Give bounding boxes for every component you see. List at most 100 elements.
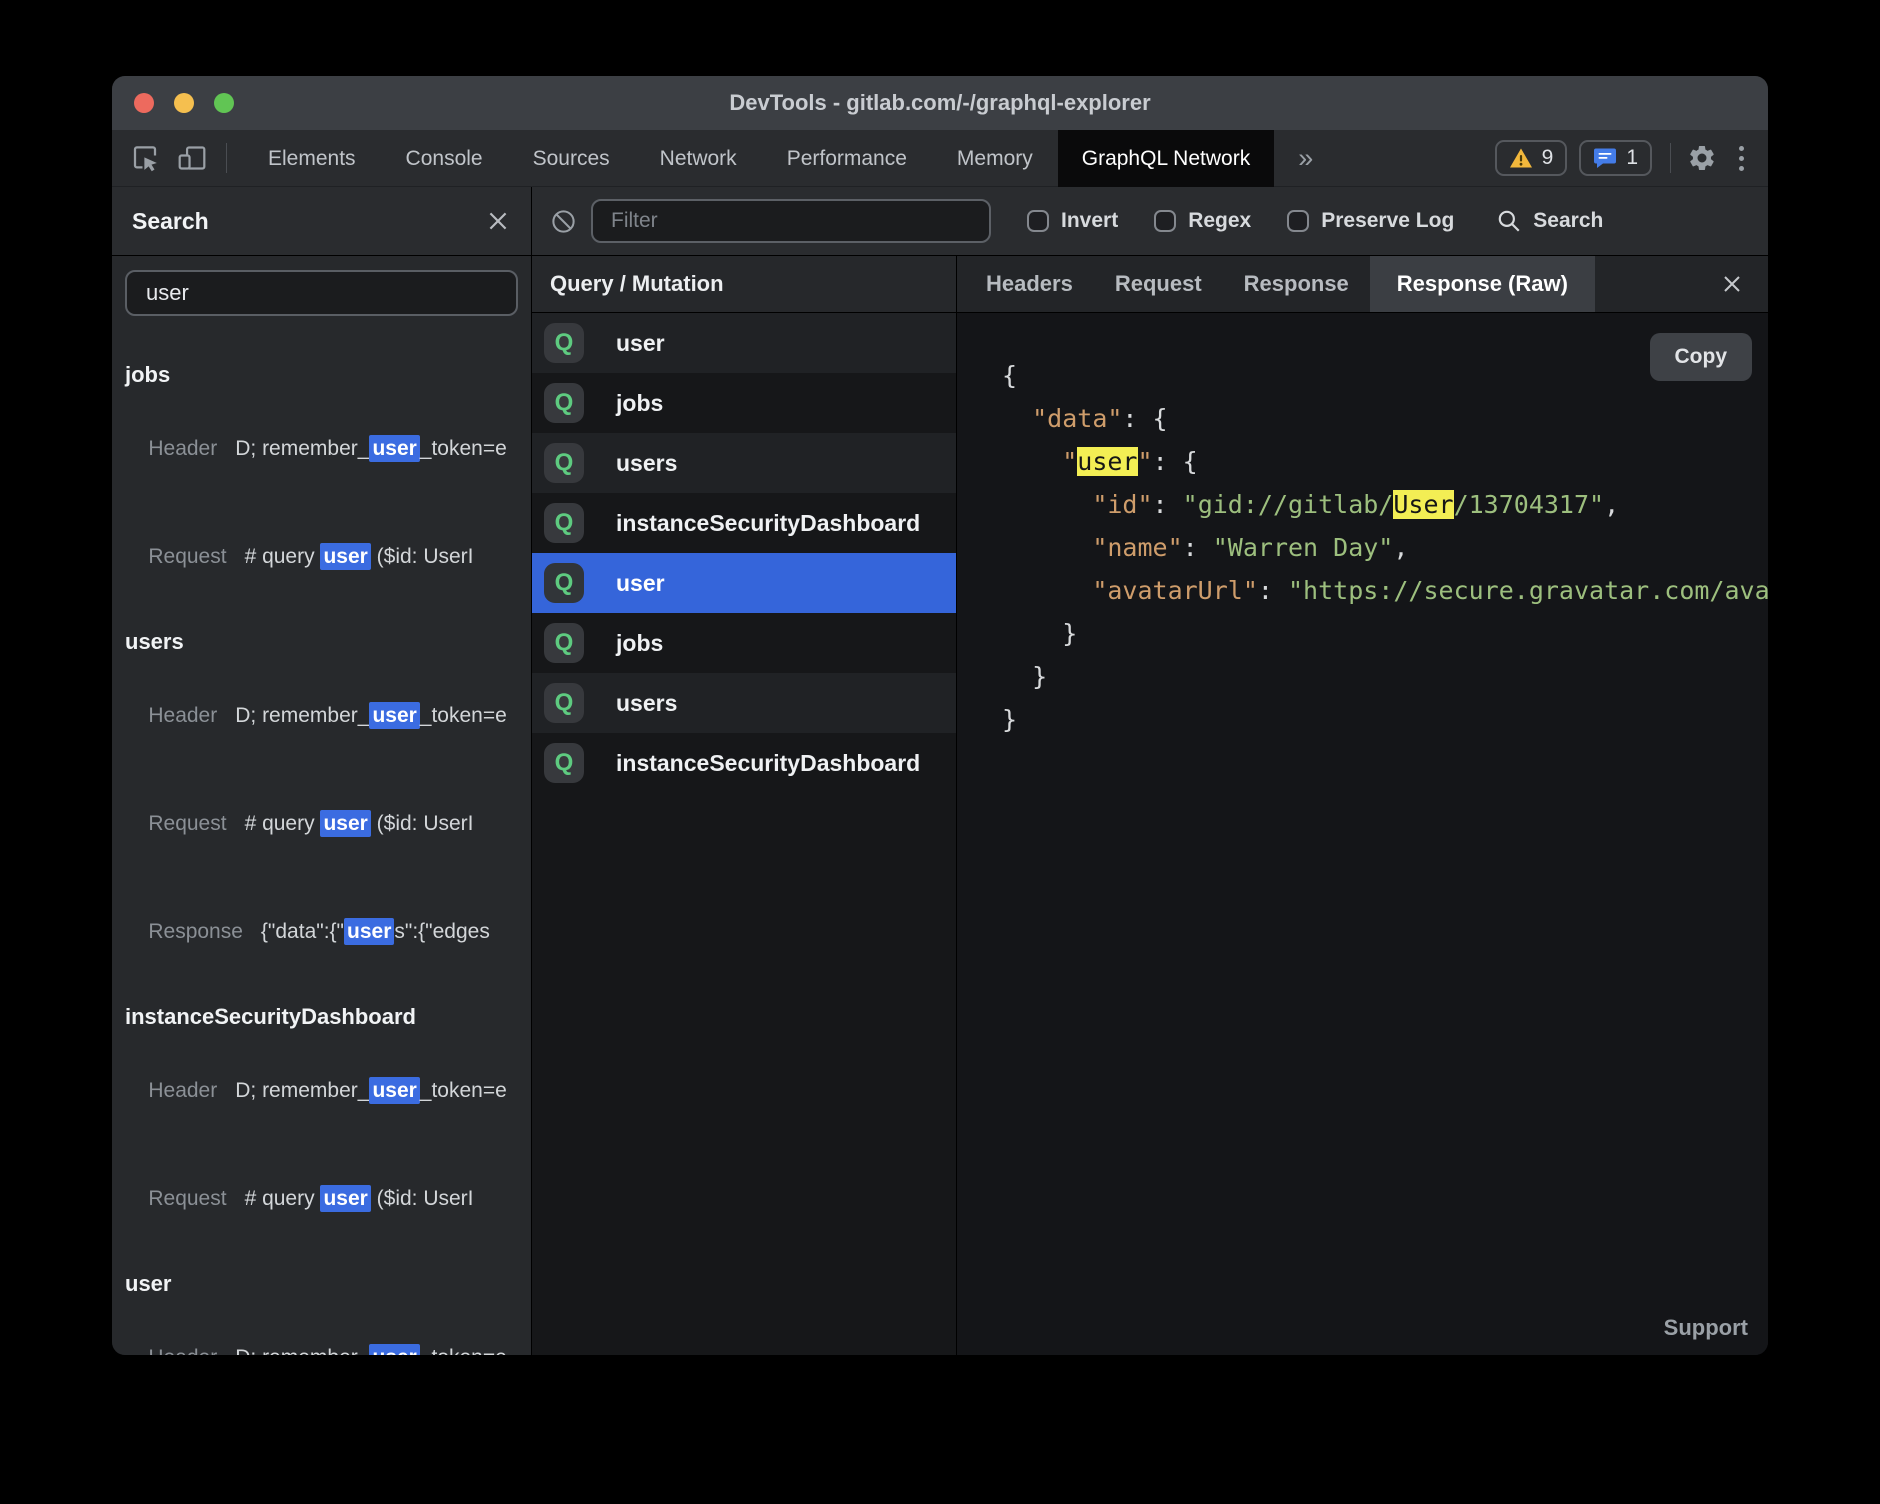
search-result-row-label: Header (148, 704, 217, 727)
search-section-jobs: jobs HeaderD; remember_user_token=e Requ… (125, 355, 531, 611)
clear-filter-icon[interactable] (550, 208, 577, 235)
inspect-element-icon[interactable] (130, 143, 160, 173)
search-result-row-value: # query user ($id: UserI (245, 1187, 474, 1210)
search-result-row[interactable]: HeaderD; remember_user_token=e (125, 395, 531, 503)
checkbox-regex[interactable]: Regex (1154, 209, 1251, 233)
search-icon (1496, 208, 1522, 234)
tab-graphql-network[interactable]: GraphQL Network (1058, 130, 1274, 187)
detail-panel: HeadersRequestResponse Response (Raw) Co… (957, 256, 1768, 1355)
tab-elements[interactable]: Elements (243, 131, 381, 186)
search-result-section-title: users (125, 622, 531, 662)
query-list-panel: Query / Mutation Q user Q jobs Q users Q… (532, 256, 957, 1355)
search-toggle[interactable]: Search (1496, 208, 1603, 234)
checkbox-preserve-log[interactable]: Preserve Log (1287, 209, 1454, 233)
search-close-icon[interactable] (485, 208, 511, 234)
query-list-rows: Q user Q jobs Q users Q instanceSecurity… (532, 313, 956, 793)
json-code-line: "avatarUrl": "https://secure.gravatar.co… (1002, 569, 1768, 612)
controls-divider (1670, 143, 1671, 173)
tab-console[interactable]: Console (381, 131, 508, 186)
tabbar-right-controls: 9 1 (1495, 140, 1768, 176)
json-code-line: "data": { (1002, 397, 1768, 440)
search-result-row-label: Header (148, 1346, 217, 1355)
query-row-user[interactable]: Q user (532, 553, 956, 613)
query-row-label: user (616, 330, 665, 357)
filter-toolbar: Invert Regex Preserve Log Search (532, 187, 1768, 255)
search-result-section-title: user (125, 1264, 531, 1304)
search-result-row[interactable]: Response{"data":{"users":{"edges (125, 878, 531, 986)
search-section-instancesecuritydashboard: instanceSecurityDashboard HeaderD; remem… (125, 997, 531, 1253)
search-panel-title: Search (132, 208, 209, 235)
minimize-window-button[interactable] (174, 93, 194, 113)
settings-gear-icon[interactable] (1687, 143, 1717, 173)
warnings-badge[interactable]: 9 (1495, 140, 1568, 176)
search-result-row-label: Request (148, 545, 226, 568)
json-code-line: } (1002, 698, 1768, 741)
query-row-instancesecuritydashboard[interactable]: Q instanceSecurityDashboard (532, 733, 956, 793)
search-result-row[interactable]: Request # query user ($id: UserI (125, 503, 531, 611)
search-result-row[interactable]: HeaderD; remember_user_token=e (125, 1037, 531, 1145)
query-type-icon: Q (544, 623, 584, 663)
device-toolbar-icon[interactable] (176, 143, 208, 173)
query-list-header: Query / Mutation (532, 256, 956, 313)
json-code-line: "id": "gid://gitlab/User/13704317", (1002, 483, 1768, 526)
search-result-row-label: Response (148, 920, 243, 943)
query-row-label: instanceSecurityDashboard (616, 510, 920, 537)
search-result-row[interactable]: Request # query user ($id: UserI (125, 770, 531, 878)
detail-tab-request[interactable]: Request (1094, 256, 1223, 312)
tab-network[interactable]: Network (635, 131, 762, 186)
devtools-window: DevTools - gitlab.com/-/graphql-explorer… (112, 76, 1768, 1355)
checkbox-label: Preserve Log (1321, 209, 1454, 233)
tab-performance[interactable]: Performance (762, 131, 932, 186)
query-row-instancesecuritydashboard[interactable]: Q instanceSecurityDashboard (532, 493, 956, 553)
devtools-tabbar: ElementsConsoleSourcesNetworkPerformance… (112, 130, 1768, 187)
detail-tab-response[interactable]: Response (1223, 256, 1370, 312)
search-result-row-label: Request (148, 812, 226, 835)
query-type-icon: Q (544, 503, 584, 543)
more-tabs-chevron-icon[interactable]: » (1274, 143, 1337, 174)
detail-tab-headers[interactable]: Headers (965, 256, 1094, 312)
toolbar-divider (226, 143, 227, 173)
query-row-user[interactable]: Q user (532, 313, 956, 373)
messages-badge[interactable]: 1 (1579, 140, 1652, 176)
window-title: DevTools - gitlab.com/-/graphql-explorer (112, 90, 1768, 116)
search-result-row[interactable]: Response{"data":{"user":{"id":"gi (125, 321, 531, 344)
json-code: { "data": { "user": { "id": "gid://gitla… (957, 313, 1768, 741)
search-result-row-value: D; remember_user_token=e (235, 704, 507, 727)
query-row-label: jobs (616, 630, 663, 657)
tab-sources[interactable]: Sources (508, 131, 635, 186)
close-window-button[interactable] (134, 93, 154, 113)
main-content: Response{"data":{"user":{"id":"gi jobs H… (112, 256, 1768, 1355)
search-input[interactable] (125, 270, 518, 316)
search-result-row-value: # query user ($id: UserI (245, 545, 474, 568)
message-icon (1593, 147, 1617, 169)
search-result-section-title: jobs (125, 355, 531, 395)
checkbox-invert[interactable]: Invert (1027, 209, 1118, 233)
filter-checkboxes: Invert Regex Preserve Log (991, 209, 1454, 233)
query-row-jobs[interactable]: Q jobs (532, 373, 956, 433)
detail-close-icon[interactable] (1696, 272, 1768, 296)
search-result-row-value: D; remember_user_token=e (235, 437, 507, 460)
search-result-row[interactable]: Request# query user ($id: UserI (125, 1145, 531, 1253)
tab-memory[interactable]: Memory (932, 131, 1058, 186)
query-row-jobs[interactable]: Q jobs (532, 613, 956, 673)
search-result-row[interactable]: HeaderD; remember_user_token=e (125, 1304, 531, 1355)
query-row-users[interactable]: Q users (532, 673, 956, 733)
search-result-row[interactable]: Header D; remember_user_token=e (125, 662, 531, 770)
copy-button[interactable]: Copy (1650, 333, 1753, 381)
search-section-user: user HeaderD; remember_user_token=e Requ… (125, 1264, 531, 1355)
query-type-icon: Q (544, 563, 584, 603)
traffic-lights (112, 93, 234, 113)
query-type-icon: Q (544, 443, 584, 483)
query-row-label: user (616, 570, 665, 597)
detail-tab-response-raw[interactable]: Response (Raw) (1370, 256, 1595, 312)
kebab-menu-icon[interactable] (1731, 146, 1752, 171)
search-result-row-value: # query user ($id: UserI (245, 812, 474, 835)
support-link[interactable]: Support (1664, 1315, 1748, 1341)
toolbar-row: Search Invert Regex Preserve Log (112, 187, 1768, 256)
json-code-line: } (1002, 655, 1768, 698)
search-results-scroll-area[interactable]: Response{"data":{"user":{"id":"gi jobs H… (112, 316, 531, 1355)
filter-input[interactable] (591, 199, 991, 243)
query-row-users[interactable]: Q users (532, 433, 956, 493)
checkbox-box (1287, 210, 1309, 232)
zoom-window-button[interactable] (214, 93, 234, 113)
